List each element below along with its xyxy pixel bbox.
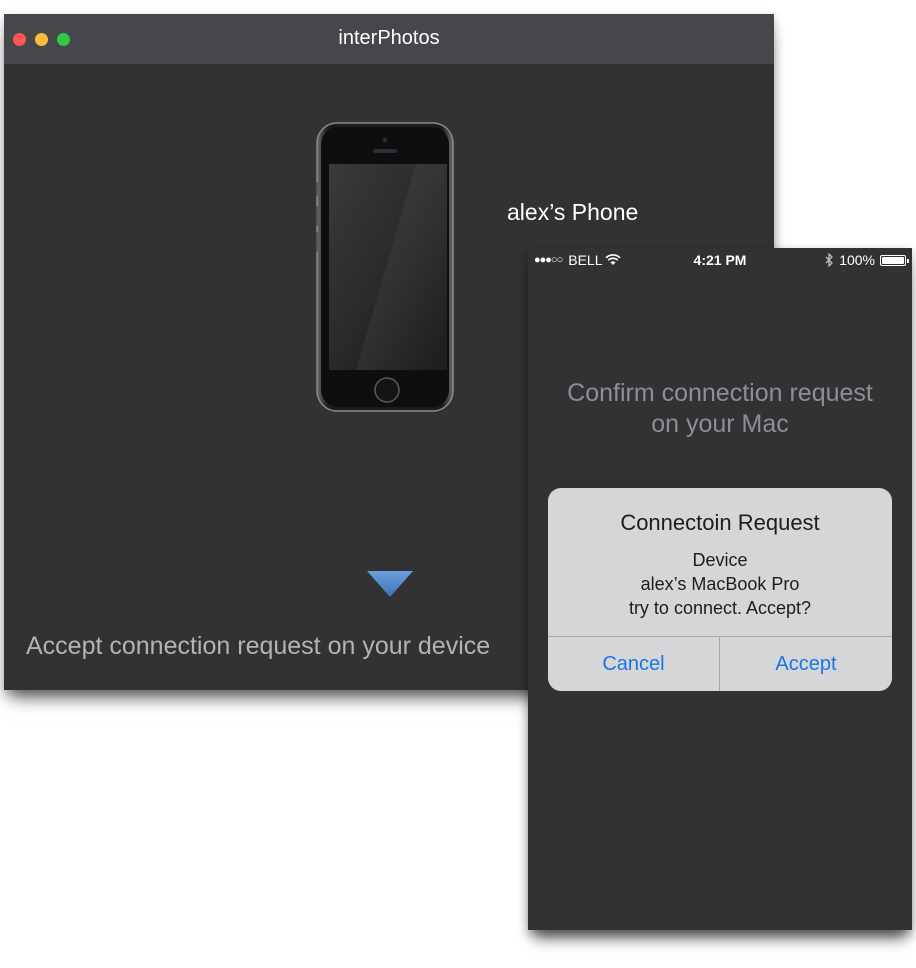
alert-message-line-1: Device xyxy=(692,550,748,570)
confirm-line-2: on your Mac xyxy=(651,410,789,438)
cancel-button[interactable]: Cancel xyxy=(548,637,719,691)
status-bar: ●●●○○ BELL 4:21 PM 100% xyxy=(528,248,912,274)
accept-button[interactable]: Accept xyxy=(720,637,892,691)
alert-message: Device alex’s MacBook Pro try to connect… xyxy=(548,548,892,620)
alert-title: Connectoin Request xyxy=(620,510,820,535)
alert-message-line-3: try to connect. Accept? xyxy=(628,598,812,618)
confirm-instruction: Confirm connection request on your Mac xyxy=(528,378,912,440)
instruction-text: Accept connection request on your device xyxy=(26,632,491,660)
connection-alert-dialog: Connectoin Request Device alex’s MacBook… xyxy=(548,488,892,691)
bluetooth-icon xyxy=(825,253,834,267)
battery-percentage: 100% xyxy=(839,252,875,268)
window-title: interPhotos xyxy=(338,27,440,49)
confirm-line-1: Confirm connection request xyxy=(567,379,873,407)
device-name: alex’s Phone xyxy=(507,199,639,225)
window-titlebar[interactable]: interPhotos xyxy=(4,14,774,64)
phone-screen: ●●●○○ BELL 4:21 PM 100% Confirm connecti… xyxy=(528,248,912,930)
alert-message-line-2: alex’s MacBook Pro xyxy=(640,574,800,594)
triangle-down-icon xyxy=(367,571,413,597)
iphone-illustration xyxy=(316,122,454,412)
battery-icon xyxy=(880,254,909,266)
status-bar-right: 100% xyxy=(825,252,909,268)
